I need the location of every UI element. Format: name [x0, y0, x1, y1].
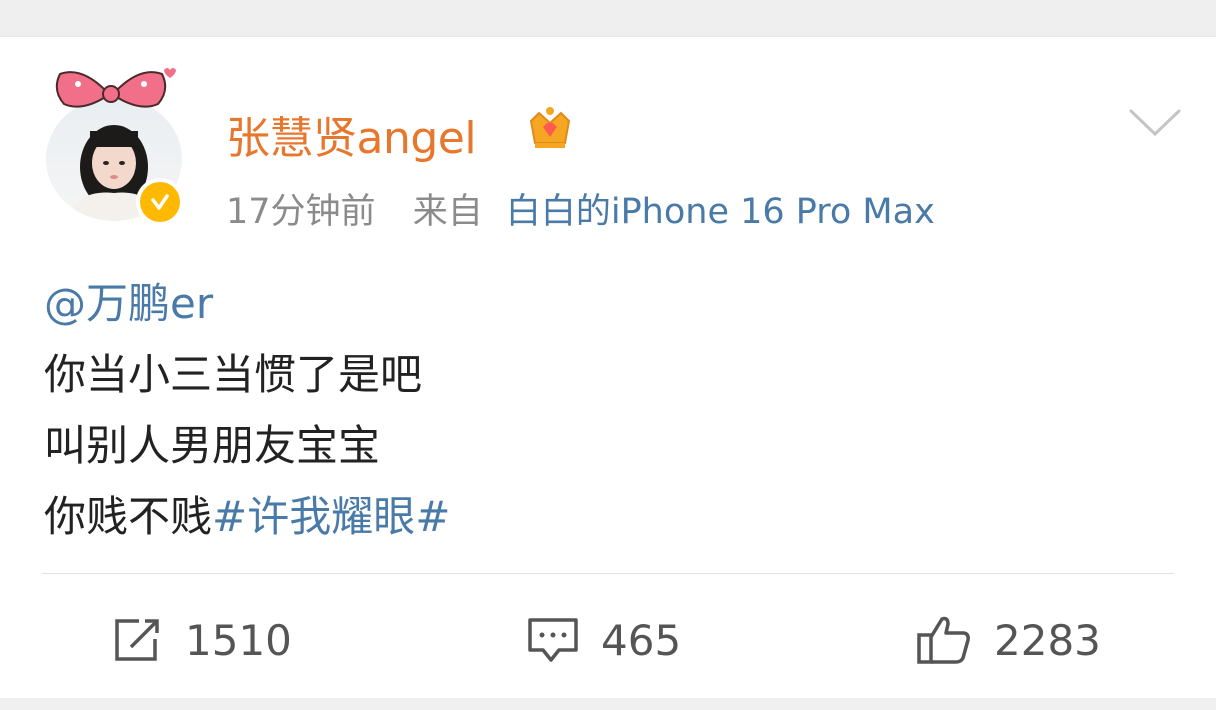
like-button[interactable]: 2283: [916, 612, 1101, 668]
comment-count: 465: [601, 615, 682, 665]
post-meta: 17分钟前 来自 白白的iPhone 16 Pro Max: [226, 183, 935, 234]
post-content: @万鹏er 你当小三当惯了是吧 叫别人男朋友宝宝 你贱不贱#许我耀眼#: [44, 268, 450, 552]
repost-button[interactable]: 1510: [113, 612, 292, 668]
repost-icon: [115, 619, 159, 661]
thumbs-up-icon: [917, 616, 970, 664]
post-time: 17分钟前: [226, 192, 376, 232]
repost-count: 1510: [185, 615, 292, 665]
device-link[interactable]: 白白的iPhone 16 Pro Max: [506, 192, 935, 232]
comment-button[interactable]: 465: [527, 612, 681, 668]
source-prefix: 来自: [412, 192, 483, 232]
top-strip: [0, 0, 1216, 37]
chevron-down-icon[interactable]: [1128, 106, 1182, 140]
verified-badge-icon: [136, 178, 184, 226]
like-count: 2283: [994, 615, 1101, 665]
username[interactable]: 张慧贤angel: [226, 102, 477, 166]
divider: [42, 573, 1174, 574]
topic-link[interactable]: #许我耀眼#: [212, 492, 450, 541]
mention-link[interactable]: @万鹏er: [44, 279, 213, 328]
bottom-strip: [0, 698, 1216, 710]
content-line-1: 你当小三当惯了是吧: [44, 350, 423, 399]
content-line-2: 叫别人男朋友宝宝: [44, 421, 381, 470]
bow-decoration-icon: [55, 68, 176, 108]
vip-crown-icon[interactable]: [525, 103, 575, 153]
checkmark-icon: [151, 194, 169, 210]
content-line-3: 你贱不贱: [44, 492, 213, 541]
comment-icon: [528, 618, 578, 662]
